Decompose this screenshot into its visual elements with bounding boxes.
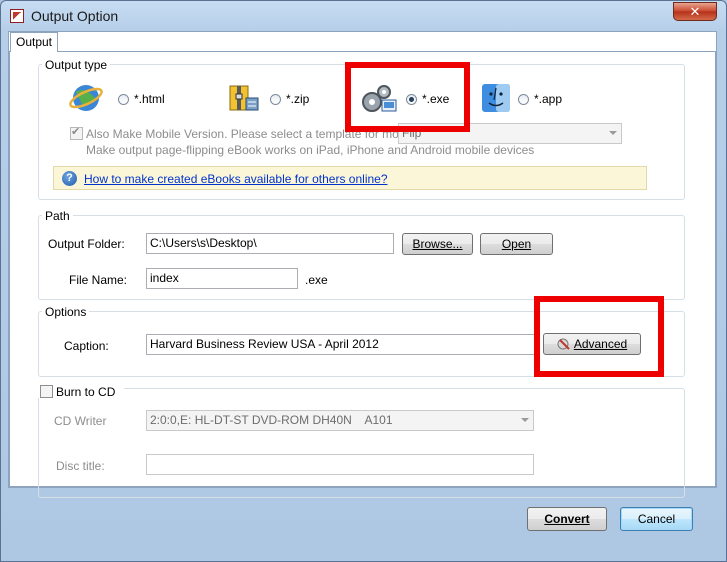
path-group <box>38 215 685 300</box>
convert-button-label: Convert <box>544 512 590 526</box>
output-folder-label: Output Folder: <box>48 237 125 251</box>
convert-button[interactable]: Convert <box>527 507 607 531</box>
help-info-bar: ? How to make created eBooks available f… <box>53 166 647 190</box>
cancel-button[interactable]: Cancel <box>620 507 693 531</box>
radio-zip-label: *.zip <box>286 92 310 106</box>
radio-zip[interactable] <box>270 94 281 105</box>
help-question-icon: ? <box>62 171 77 186</box>
radio-html-label: *.html <box>134 92 165 106</box>
burn-cd-group <box>38 388 685 498</box>
output-folder-input[interactable]: C:\Users\s\Desktop\ <box>146 233 394 254</box>
caption-label: Caption: <box>64 339 109 353</box>
mobile-version-checkbox[interactable]: ✔ <box>70 126 83 140</box>
title-bar[interactable]: Output Option ✕ <box>1 1 726 31</box>
file-extension: .exe <box>305 273 328 287</box>
file-name-label: File Name: <box>69 273 128 287</box>
disc-title-input[interactable] <box>146 454 534 475</box>
radio-app[interactable] <box>518 94 529 105</box>
options-label: Options <box>42 305 90 319</box>
path-label: Path <box>42 209 73 223</box>
burn-cd-checkbox[interactable] <box>40 385 53 398</box>
mac-finder-app-icon <box>482 84 510 112</box>
highlight-box-exe <box>345 62 470 132</box>
disc-title-label: Disc title: <box>56 459 105 473</box>
output-type-label: Output type <box>42 58 111 72</box>
browse-button[interactable]: Browse... <box>402 233 473 255</box>
open-button[interactable]: Open <box>480 233 553 255</box>
checkmark-icon: ✔ <box>71 126 81 138</box>
chevron-down-icon <box>609 131 617 135</box>
window-title: Output Option <box>31 8 119 24</box>
cd-writer-value: 2:0:0,E: HL-DT-ST DVD-ROM DH40N A101 <box>150 413 393 427</box>
cd-writer-select[interactable]: 2:0:0,E: HL-DT-ST DVD-ROM DH40N A101 <box>146 410 534 431</box>
radio-app-label: *.app <box>534 92 563 106</box>
cancel-button-label: Cancel <box>637 512 676 526</box>
close-button[interactable]: ✕ <box>673 2 717 21</box>
caption-input[interactable]: Harvard Business Review USA - April 2012 <box>146 334 536 355</box>
highlight-box-advanced <box>534 296 664 377</box>
tab-output[interactable]: Output <box>10 32 58 52</box>
cd-writer-label: CD Writer <box>54 414 107 428</box>
mobile-description: Make output page-flipping eBook works on… <box>86 143 535 157</box>
globe-html-icon <box>69 85 103 111</box>
zip-archive-icon <box>229 85 259 111</box>
chevron-down-icon <box>521 418 529 422</box>
burn-cd-label: Burn to CD <box>56 385 116 399</box>
file-name-input[interactable]: index <box>146 268 298 289</box>
radio-html[interactable] <box>118 94 129 105</box>
help-link[interactable]: How to make created eBooks available for… <box>84 172 388 186</box>
app-logo-icon <box>10 9 24 23</box>
browse-button-label: Browse... <box>412 237 463 251</box>
open-button-label: Open <box>501 237 532 251</box>
